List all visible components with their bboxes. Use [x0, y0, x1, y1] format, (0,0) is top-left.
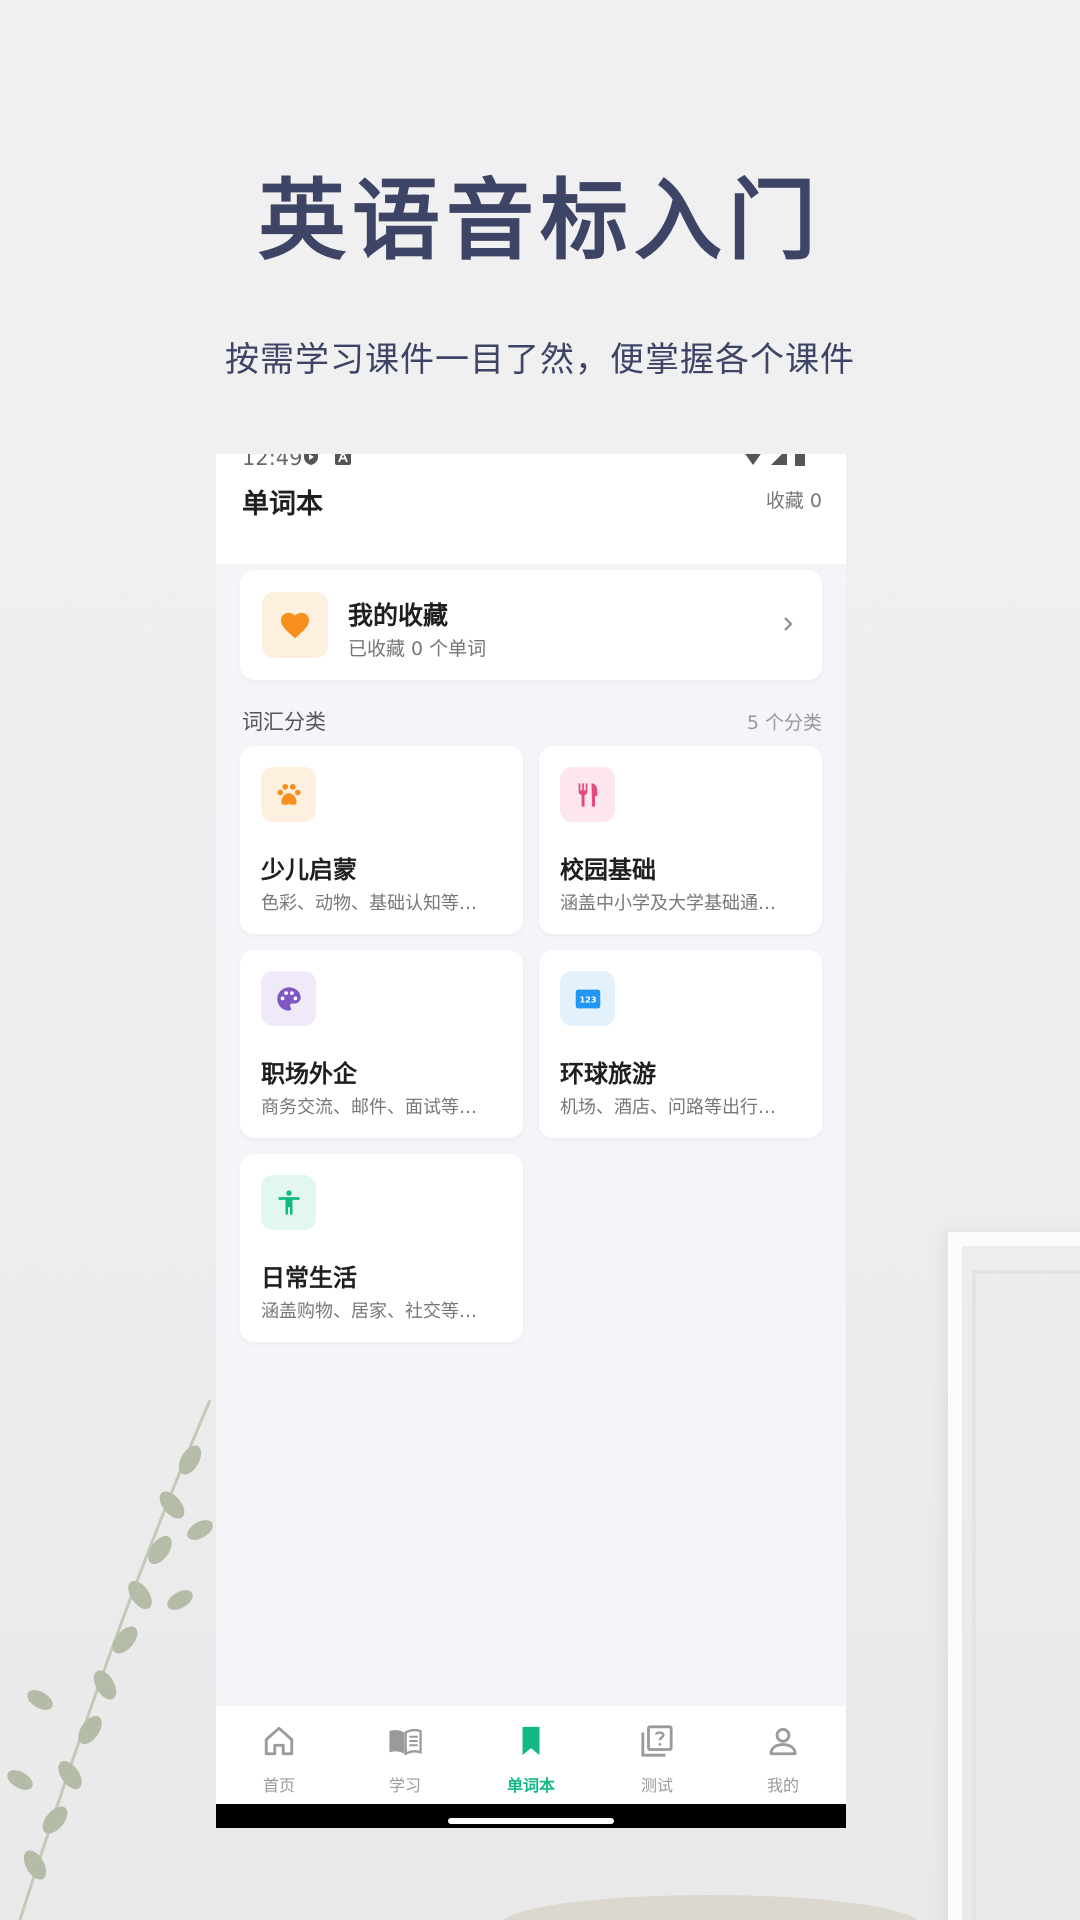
- category-card-workplace[interactable]: 职场外企 商务交流、邮件、面试等…: [240, 950, 523, 1138]
- play-protect-icon: [304, 454, 318, 465]
- category-description: 商务交流、邮件、面试等…: [261, 1097, 477, 1118]
- favorites-icon-box: [262, 592, 328, 658]
- tab-label: 学习: [388, 1776, 421, 1795]
- person-icon: [769, 1727, 797, 1756]
- restaurant-icon: [578, 782, 597, 807]
- signal-icon: [771, 454, 787, 465]
- category-title: 环球旅游: [560, 1060, 656, 1088]
- tab-home[interactable]: 首页: [216, 1706, 342, 1804]
- wifi-icon: [745, 454, 761, 465]
- wall-frame-inner-decoration: [972, 1270, 1080, 1920]
- category-card-campus[interactable]: 校园基础 涵盖中小学及大学基础通…: [539, 746, 822, 934]
- category-description: 色彩、动物、基础认知等…: [261, 893, 477, 914]
- page-title: 单词本: [242, 489, 323, 520]
- favorites-title: 我的收藏: [348, 601, 449, 630]
- category-icon-box: 123: [560, 971, 615, 1026]
- tab-study[interactable]: 学习: [342, 1706, 468, 1804]
- accessibility-icon: [278, 1189, 299, 1215]
- tab-label: 单词本: [506, 1776, 555, 1795]
- tab-profile[interactable]: 我的: [720, 1706, 846, 1804]
- book-icon: [389, 1729, 422, 1756]
- section-count: 5 个分类: [746, 712, 822, 734]
- bookmark-icon: [522, 1726, 540, 1756]
- category-description: 机场、酒店、问路等出行…: [560, 1097, 776, 1118]
- home-indicator[interactable]: [448, 1818, 614, 1824]
- palette-icon: [276, 986, 301, 1011]
- category-card-travel[interactable]: 123 环球旅游 机场、酒店、问路等出行…: [539, 950, 822, 1138]
- category-title: 校园基础: [560, 856, 656, 884]
- category-icon-box: [261, 1175, 316, 1230]
- paw-icon: [276, 783, 301, 805]
- category-card-kids[interactable]: 少儿启蒙 色彩、动物、基础认知等…: [240, 746, 523, 934]
- category-icon-box: [560, 767, 615, 822]
- svg-text:123: 123: [579, 994, 596, 1004]
- plant-decoration: [7, 1400, 213, 1920]
- tab-label: 我的: [766, 1776, 799, 1795]
- font-icon: [335, 454, 351, 465]
- bottom-tab-bar: 首页 学习 单词本 测试 我的: [216, 1706, 846, 1804]
- promo-headline: 英语音标入门: [257, 169, 822, 272]
- category-icon-box: [261, 971, 316, 1026]
- tab-label: 首页: [262, 1776, 295, 1795]
- numbers-icon: 123: [575, 989, 600, 1008]
- category-title: 少儿启蒙: [261, 856, 357, 884]
- phone-screen: 12:49 单词本 收藏 0 我的收藏 已收藏 0 个单词 词汇分类 5 个分类…: [216, 454, 846, 1828]
- section-title: 词汇分类: [242, 710, 326, 734]
- tab-wordbook[interactable]: 单词本: [468, 1706, 594, 1804]
- category-description: 涵盖中小学及大学基础通…: [560, 893, 776, 914]
- category-title: 职场外企: [261, 1060, 357, 1088]
- battery-icon: [795, 454, 805, 466]
- status-time: 12:49: [242, 454, 303, 470]
- category-description: 涵盖购物、居家、社交等…: [261, 1301, 477, 1322]
- quiz-icon: [641, 1725, 673, 1757]
- category-card-daily-life[interactable]: 日常生活 涵盖购物、居家、社交等…: [240, 1154, 523, 1342]
- category-title: 日常生活: [261, 1264, 357, 1292]
- app-header: 12:49 单词本 收藏 0: [216, 454, 846, 564]
- chevron-right-icon: [784, 617, 793, 631]
- category-icon-box: [261, 767, 316, 822]
- tab-quiz[interactable]: 测试: [594, 1706, 720, 1804]
- system-navigation-bar: [216, 1804, 846, 1828]
- heart-icon: [281, 612, 309, 639]
- my-favorites-card[interactable]: 我的收藏 已收藏 0 个单词: [240, 570, 822, 680]
- promo-subhead: 按需学习课件一目了然，便掌握各个课件: [225, 340, 855, 380]
- tab-label: 测试: [640, 1776, 673, 1795]
- vase-decoration: [500, 1895, 920, 1920]
- favorites-subtitle: 已收藏 0 个单词: [348, 638, 487, 660]
- favorite-count-link[interactable]: 收藏 0: [766, 486, 822, 513]
- home-icon: [264, 1726, 294, 1756]
